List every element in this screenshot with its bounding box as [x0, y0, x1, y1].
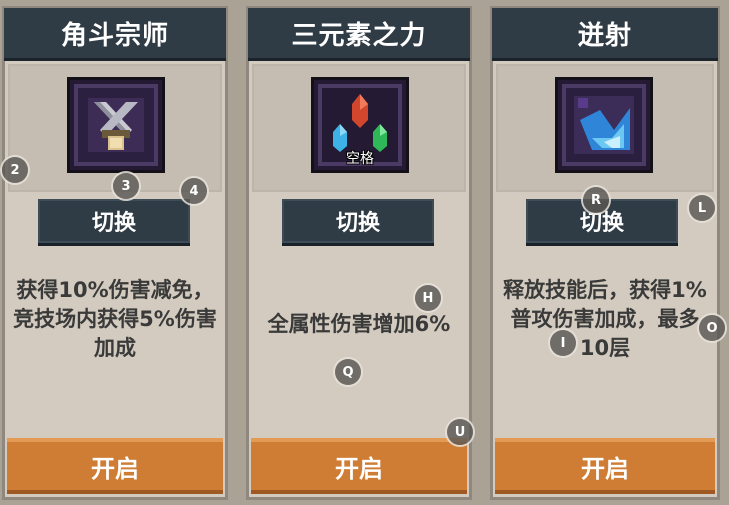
icon-frame: 空格 [252, 64, 466, 192]
overlay-marker: O [699, 315, 725, 341]
talent-card-burst: 迸射 切换 释放技能后，获得1%普攻伤害加成，最多10层 开启 [490, 6, 720, 500]
crossed-swords-icon [70, 80, 162, 170]
talent-card-gladiator: 角斗宗师 切换 获得10%伤害减免，竞技场内获得5%伤害加成 开启 [2, 6, 228, 500]
open-button[interactable]: 开启 [7, 438, 223, 494]
card-title: 迸射 [492, 8, 718, 61]
card-title: 三元素之力 [248, 8, 470, 61]
talent-card-three-elements: 三元素之力 空格 切换 全属性伤害增加6% 开启 [246, 6, 472, 500]
overlay-marker: I [550, 330, 576, 356]
overlay-marker: L [689, 195, 715, 221]
overlay-marker: 2 [2, 157, 28, 183]
open-button[interactable]: 开启 [251, 438, 467, 494]
open-button[interactable]: 开启 [495, 438, 715, 494]
talent-description: 获得10%伤害减免，竞技场内获得5%伤害加成 [13, 278, 217, 360]
card-title: 角斗宗师 [4, 8, 226, 61]
talent-description: 释放技能后，获得1%普攻伤害加成，最多10层 [503, 278, 707, 360]
overlay-marker: R [583, 187, 609, 213]
overlay-marker: 4 [181, 178, 207, 204]
overlay-marker: U [447, 419, 473, 445]
overlay-marker: H [415, 285, 441, 311]
overlay-marker: Q [335, 359, 361, 385]
switch-button[interactable]: 切换 [38, 199, 190, 243]
overlay-marker: 3 [113, 173, 139, 199]
icon-frame [8, 64, 222, 192]
key-hint-label: 空格 [346, 151, 374, 167]
icon-frame [496, 64, 714, 192]
switch-button[interactable]: 切换 [282, 199, 434, 243]
three-crystals-icon: 空格 [314, 80, 406, 170]
talent-description: 全属性伤害增加6% [267, 312, 451, 336]
blue-shard-icon [558, 80, 650, 170]
